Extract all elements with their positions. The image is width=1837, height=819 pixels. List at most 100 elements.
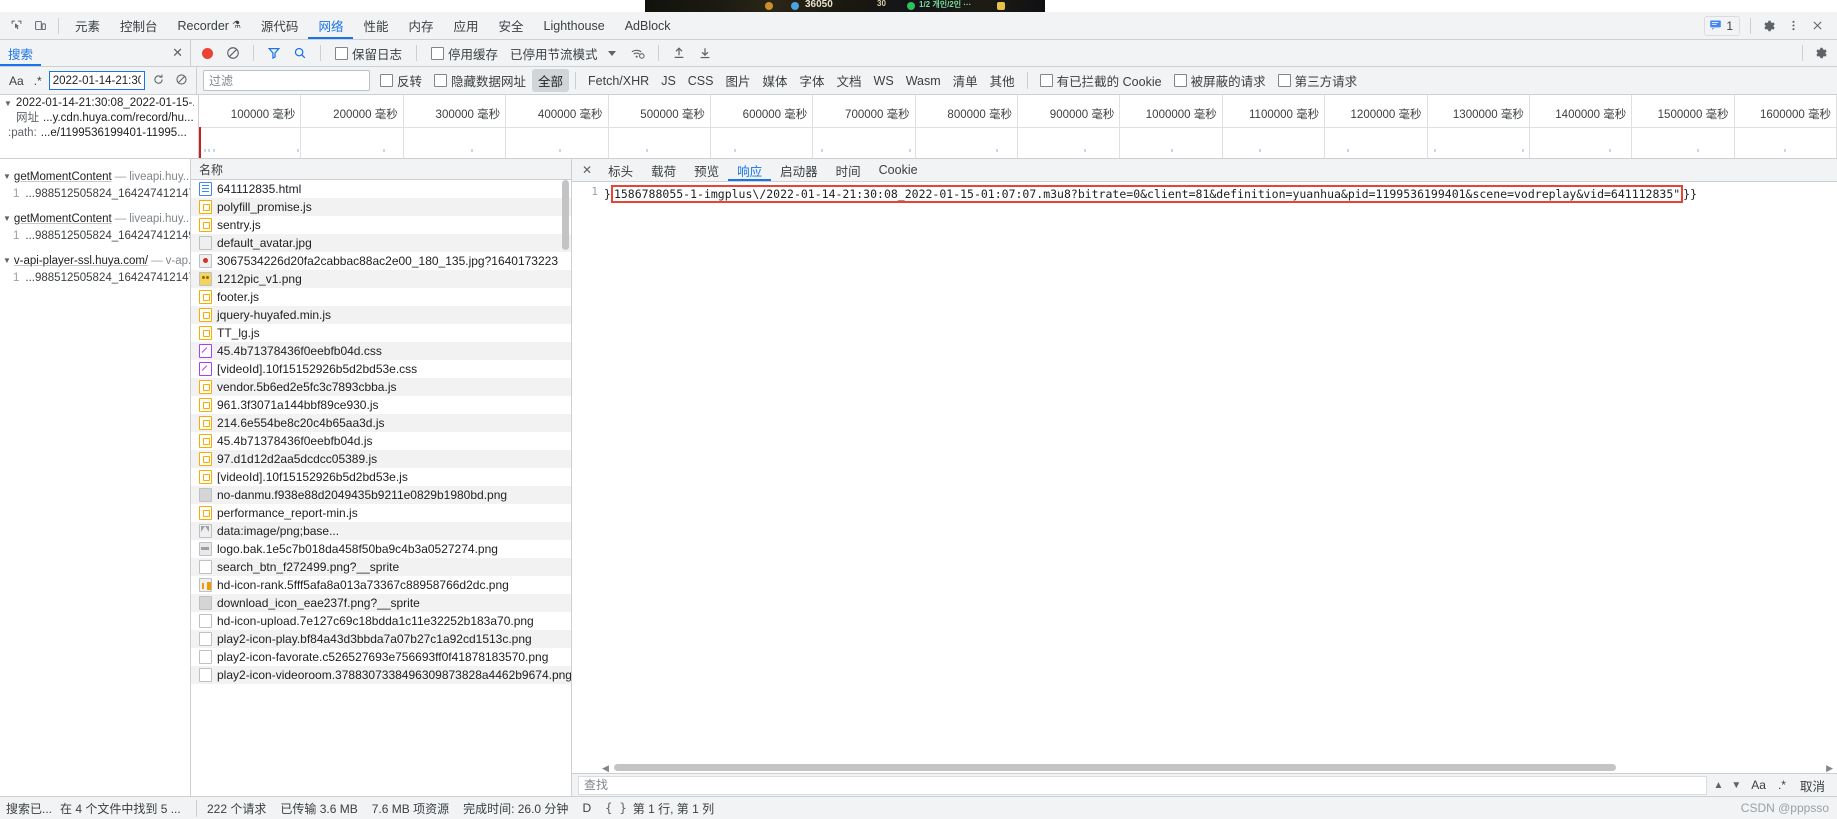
search-result-header[interactable]: ▼ getMomentContent — liveapi.huy... [3,169,190,186]
search-result-line[interactable]: :path: ...e/1199536199401-11995... [4,126,194,141]
tab-performance[interactable]: 性能 [353,13,398,39]
table-row[interactable]: performance_report-min.js [191,504,571,522]
filter-type-css[interactable]: CSS [682,72,720,90]
table-row[interactable]: no-danmu.f938e88d2049435b9211e0829b1980b… [191,486,571,504]
network-overview-timeline[interactable]: 100000 毫秒 200000 毫秒 300000 毫秒 400000 毫秒 … [199,95,1837,158]
scrollbar-thumb[interactable] [614,764,1616,771]
clear-icon[interactable] [172,72,191,90]
search-input[interactable] [48,71,145,90]
inspect-element-icon[interactable] [4,15,28,37]
filter-funnel-icon[interactable] [262,42,286,64]
filter-type-manifest[interactable]: 清单 [947,69,984,92]
tab-initiator[interactable]: 启动器 [771,160,827,181]
match-case-toggle[interactable]: Aa [1747,778,1770,792]
table-row[interactable]: TT_lg.js [191,324,571,342]
find-input[interactable] [578,775,1708,795]
table-row[interactable]: default_avatar.jpg [191,234,571,252]
tab-application[interactable]: 应用 [443,13,488,39]
table-row[interactable]: play2-icon-favorate.c526527693e756693ff0… [191,648,571,666]
filter-input[interactable] [203,70,370,91]
search-result-line[interactable]: 1 ...988512505824_164247412149... [3,228,190,245]
table-row[interactable]: vendor.5b6ed2e5fc3c7893cbba.js [191,378,571,396]
search-result-line[interactable]: 1 ...988512505824_164247412147... [3,186,190,203]
filter-type-all[interactable]: 全部 [532,69,570,92]
tab-timing[interactable]: 时间 [827,160,870,181]
match-case-toggle[interactable]: Aa [6,73,27,89]
tab-payload[interactable]: 载荷 [642,160,685,181]
kebab-menu-icon[interactable] [1781,15,1805,37]
table-row[interactable]: polyfill_promise.js [191,198,571,216]
table-row[interactable]: [videoId].10f15152926b5d2bd53e.css [191,360,571,378]
table-row[interactable]: [videoId].10f15152926b5d2bd53e.js [191,468,571,486]
table-row[interactable]: play2-icon-play.bf84a43d3bbda7a07b27c1a9… [191,630,571,648]
table-row[interactable]: sentry.js [191,216,571,234]
tab-console[interactable]: 控制台 [110,13,168,39]
chevron-down-icon[interactable] [600,42,624,64]
gear-icon[interactable] [1757,15,1781,37]
request-list-body[interactable]: 641112835.html polyfill_promise.js sentr… [191,180,571,796]
tab-cookies[interactable]: Cookie [870,160,927,181]
table-row[interactable]: hd-icon-upload.7e127c69c18bdda1c11e32252… [191,612,571,630]
tab-sources[interactable]: 源代码 [251,13,309,39]
search-result-line[interactable]: 网址 ...y.cdn.huya.com/record/hu... [4,111,194,126]
table-row[interactable]: 45.4b71378436f0eebfb04d.js [191,432,571,450]
filter-type-media[interactable]: 媒体 [757,69,794,92]
search-result-title[interactable]: ▼ 2022-01-14-21:30:08_2022-01-15-... [4,96,194,111]
search-result-line[interactable]: 1 ...988512505824_164247412147... [3,270,190,287]
table-row[interactable]: 214.6e554be8c20c4b65aa3d.js [191,414,571,432]
tab-recorder[interactable]: Recorder ⚗ [168,13,251,39]
filter-type-other[interactable]: 其他 [984,69,1021,92]
regex-toggle[interactable]: .* [31,73,45,89]
table-row[interactable]: search_btn_f272499.png?__sprite [191,558,571,576]
network-conditions-icon[interactable] [626,42,650,64]
filter-type-font[interactable]: 字体 [794,69,831,92]
filter-type-js[interactable]: JS [655,72,682,90]
scrollbar-thumb[interactable] [562,180,569,250]
table-row[interactable]: jquery-huyafed.min.js [191,306,571,324]
tab-response[interactable]: 响应 [728,160,771,181]
import-har-icon[interactable] [667,42,691,64]
tab-adblock[interactable]: AdBlock [615,13,681,39]
close-icon[interactable]: ✕ [576,163,599,177]
table-row[interactable]: data:image/png;base... [191,522,571,540]
response-body[interactable]: 1 } 1586788055-1-imgplus\/2022-01-14-21:… [572,182,1837,773]
tab-memory[interactable]: 内存 [398,13,443,39]
filter-type-ws[interactable]: WS [868,72,900,90]
table-row[interactable]: footer.js [191,288,571,306]
filter-type-img[interactable]: 图片 [719,69,756,92]
gear-icon[interactable] [1809,42,1833,64]
export-har-icon[interactable] [693,42,717,64]
chevron-down-icon[interactable]: ▼ [1729,780,1743,791]
device-toolbar-icon[interactable] [28,15,52,37]
disable-cache-checkbox[interactable]: 停用缓存 [425,44,504,63]
tab-elements[interactable]: 元素 [65,13,110,39]
table-row[interactable]: download_icon_eae237f.png?__sprite [191,594,571,612]
search-panel-title[interactable]: 搜索 [0,41,41,66]
tab-lighthouse[interactable]: Lighthouse [534,13,615,39]
scrollbar-track[interactable] [614,764,1821,771]
table-row[interactable]: 641112835.html [191,180,571,198]
messages-badge[interactable]: 1 [1704,15,1740,36]
tab-network[interactable]: 网络 [308,13,353,39]
table-row[interactable]: 45.4b71378436f0eebfb04d.css [191,342,571,360]
chevron-up-icon[interactable]: ▲ [1711,780,1725,791]
table-row[interactable]: logo.bak.1e5c7b018da458f50ba9c4b3a052727… [191,540,571,558]
table-row[interactable]: play2-icon-videoroom.3788307338496309873… [191,666,571,684]
record-icon[interactable] [195,42,219,64]
response-code[interactable]: } 1586788055-1-imgplus\/2022-01-14-21:30… [604,182,1837,773]
search-result-header[interactable]: ▼ v-api-player-ssl.huya.com/ — v-ap... [3,253,190,270]
blocked-cookies-checkbox[interactable]: 有已拦截的 Cookie [1034,71,1168,90]
chevron-left-icon[interactable]: ◀ [602,763,609,773]
pretty-print-icon[interactable]: { } [605,801,627,815]
close-icon[interactable] [1805,15,1829,37]
chevron-right-icon[interactable]: ▶ [1826,763,1833,773]
table-row[interactable]: 961.3f3071a144bbf89ce930.js [191,396,571,414]
third-party-checkbox[interactable]: 第三方请求 [1272,71,1364,90]
response-horizontal-scrollbar[interactable]: ◀ ▶ [598,762,1837,773]
preserve-log-checkbox[interactable]: 保留日志 [329,44,408,63]
filter-type-doc[interactable]: 文档 [831,69,868,92]
table-row[interactable]: 97.d1d12d2aa5dcdcc05389.js [191,450,571,468]
tab-headers[interactable]: 标头 [599,160,642,181]
search-icon[interactable] [288,42,312,64]
refresh-icon[interactable] [149,72,168,90]
